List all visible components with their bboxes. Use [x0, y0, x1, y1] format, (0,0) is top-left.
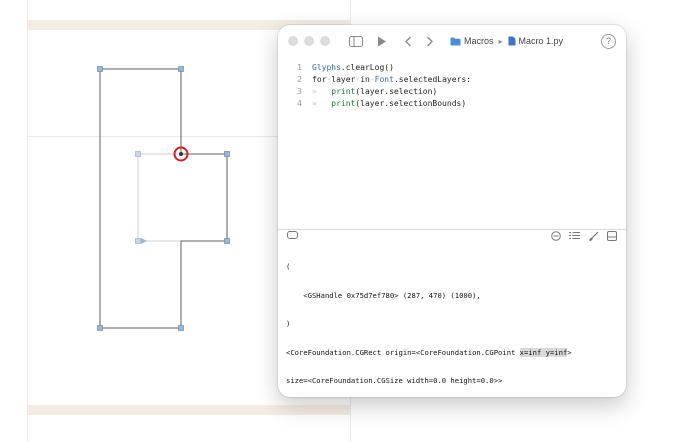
folder-icon: [450, 37, 461, 45]
zoom-window-button[interactable]: [320, 36, 330, 46]
list-icon: [569, 232, 580, 239]
console-line: (: [286, 262, 291, 271]
line-number: 2: [297, 75, 302, 84]
minimize-window-button[interactable]: [304, 36, 314, 46]
window-titlebar[interactable]: Macros ▸ Macro 1.py ?: [278, 25, 626, 57]
clear-icon: [551, 231, 561, 241]
close-window-button[interactable]: [288, 36, 298, 46]
code-token: (layer.selectionBounds): [355, 99, 467, 108]
code-line[interactable]: 3 » print(layer.selection): [278, 86, 626, 98]
console-line: <GSHandle 0x75d7ef780> (287, 470) (1000)…: [286, 290, 481, 300]
node[interactable]: [224, 151, 230, 157]
back-button[interactable]: [398, 31, 418, 51]
code-text: » print(layer.selectionBounds): [312, 98, 466, 110]
overlap-path: [137, 153, 228, 242]
selected-handle[interactable]: [179, 152, 183, 156]
sidebar-toggle-button[interactable]: [346, 31, 366, 51]
start-node-arrow: [141, 238, 147, 244]
line-number: 4: [297, 99, 302, 108]
indent-marker: »: [312, 99, 332, 108]
code-token: Glyphs: [312, 63, 341, 72]
console-text: <CoreFoundation.CGRect origin=<CoreFound…: [286, 347, 520, 357]
code-line[interactable]: 2 for·layer·in·Font.selectedLayers:: [278, 74, 626, 86]
code-text: » print(layer.selection): [312, 86, 437, 98]
forward-icon: [427, 36, 433, 46]
console-highlight: x=inf y=inf: [519, 347, 568, 357]
breadcrumb-folder[interactable]: Macros: [464, 36, 494, 46]
console-toolbar: [278, 230, 626, 243]
line-number: 3: [297, 87, 302, 96]
code-token: .selectedLayers:: [393, 75, 471, 84]
node[interactable]: [97, 66, 103, 72]
node[interactable]: [178, 66, 184, 72]
indent-marker: »: [312, 87, 332, 96]
node[interactable]: [97, 325, 103, 331]
console-output[interactable]: ( <GSHandle 0x75d7ef780> (287, 470) (100…: [286, 243, 622, 397]
code-line[interactable]: 4 » print(layer.selectionBounds): [278, 98, 626, 110]
console-toggle-icon: [287, 231, 298, 239]
node[interactable]: [224, 238, 230, 244]
code-text: Glyphs.clearLog(): [312, 62, 394, 74]
node[interactable]: [135, 238, 141, 244]
console-line: size=<CoreFoundation.CGSize width=0.0 he…: [286, 376, 503, 385]
breadcrumb-file[interactable]: Macro 1.py: [519, 36, 564, 46]
code-token: .clearLog(): [340, 63, 394, 72]
main-path[interactable]: [99, 68, 228, 329]
code-token: layer: [331, 75, 356, 84]
console-toggle-button[interactable]: [287, 231, 298, 242]
node[interactable]: [135, 151, 141, 157]
code-token: in: [360, 75, 370, 84]
file-icon: [508, 36, 516, 46]
list-button[interactable]: [569, 231, 580, 243]
code-token: (layer.selection): [355, 87, 438, 96]
code-text: for·layer·in·Font.selectedLayers:: [312, 74, 471, 86]
run-icon: [378, 36, 386, 46]
breadcrumb: Macros ▸ Macro 1.py: [450, 36, 563, 46]
code-editor[interactable]: 1 Glyphs.clearLog() 2 for·layer·in·Font.sel…: [278, 57, 626, 229]
sidebar-toggle-icon: [349, 35, 363, 47]
console-text: >: [567, 347, 572, 357]
console-line: <CoreFoundation.CGRect origin=<CoreFound…: [286, 347, 622, 358]
code-token: print: [331, 87, 356, 96]
code-token: for: [312, 75, 327, 84]
path-nodes[interactable]: [97, 66, 230, 331]
run-button[interactable]: [372, 31, 392, 51]
code-token: print: [331, 99, 356, 108]
line-number: 1: [297, 63, 302, 72]
macro-panel-window[interactable]: Macros ▸ Macro 1.py ? 1 Glyphs.clearLog()…: [278, 25, 626, 397]
brush-icon: [589, 231, 599, 241]
back-icon: [405, 36, 411, 46]
forward-button[interactable]: [420, 31, 440, 51]
panel-icon: [607, 231, 617, 241]
code-token: Font: [374, 75, 394, 84]
console-line: ): [286, 319, 291, 328]
help-button[interactable]: ?: [601, 34, 616, 49]
node[interactable]: [178, 325, 184, 331]
breadcrumb-separator-icon: ▸: [498, 36, 503, 46]
code-line[interactable]: 1 Glyphs.clearLog(): [278, 62, 626, 74]
